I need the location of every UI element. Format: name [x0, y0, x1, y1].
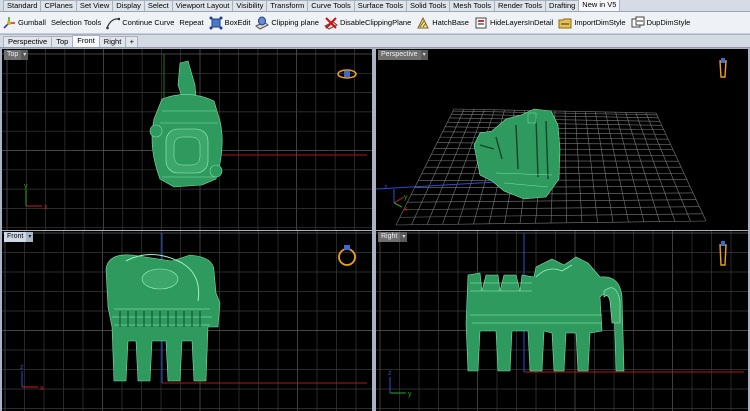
top-axis-y-label: y [24, 183, 28, 190]
perspective-viewport-title[interactable]: Perspective ▾ [378, 50, 428, 60]
repeat-label: Repeat [179, 18, 204, 27]
gumball-icon [3, 16, 15, 29]
top-viewport-title[interactable]: Top ▾ [4, 50, 29, 60]
right-viewport-name[interactable]: Right [378, 232, 401, 242]
command-toolbar: Gumball Selection Tools Continue Curve R… [0, 12, 750, 34]
viewport-perspective[interactable]: z y x Perspective ▾ [376, 49, 748, 230]
hatchbase-label: HatchBase [432, 18, 469, 27]
tab-mesh-tools[interactable]: Mesh Tools [449, 0, 495, 11]
import-dimstyle-icon [558, 18, 572, 28]
perspective-axis-y-label: y [404, 194, 408, 201]
boxedit-button[interactable]: BoxEdit [209, 13, 251, 33]
continue-curve-label: Continue Curve [122, 18, 175, 27]
viewport-right[interactable]: y z Right ▾ [376, 231, 748, 411]
hide-layers-in-detail-label: HideLayersInDetail [489, 18, 554, 27]
viewport-tab-top[interactable]: Top [51, 36, 74, 47]
tab-visibility[interactable]: Visibility [232, 0, 268, 11]
perspective-axis-z-label: z [384, 184, 388, 191]
repeat-button[interactable]: Repeat [179, 13, 203, 33]
viewport-tab-strip: Perspective Top Front Right + [0, 35, 750, 48]
front-viewport-grid: x z [2, 231, 372, 411]
tab-display[interactable]: Display [112, 0, 145, 11]
top-viewport-name[interactable]: Top [4, 50, 22, 60]
rhino-window: Standard CPlanes Set View Display Select… [0, 0, 750, 411]
right-axis-y-label: y [408, 391, 412, 398]
tab-transform[interactable]: Transform [266, 0, 309, 11]
perspective-viewport-name[interactable]: Perspective [378, 50, 421, 60]
perspective-axis-x-label: x [404, 206, 408, 213]
disable-clipping-plane-label: DisableClippingPlane [339, 18, 412, 27]
selection-tools-button[interactable]: Selection Tools [51, 13, 101, 33]
tab-curve-tools[interactable]: Curve Tools [307, 0, 355, 11]
tab-cplanes[interactable]: CPlanes [40, 0, 77, 11]
tab-set-view[interactable]: Set View [75, 0, 114, 11]
clipping-plane-icon [255, 16, 270, 30]
top-axis-x-label: x [44, 204, 48, 211]
boxedit-label: BoxEdit [224, 18, 251, 27]
import-dimstyle-button[interactable]: ImportDimStyle [558, 13, 626, 33]
right-viewport-grid: y z [376, 231, 748, 411]
disable-clipping-icon [324, 16, 338, 30]
right-axis-z-label: z [388, 370, 392, 377]
viewport-top[interactable]: x y Top ▾ [2, 49, 372, 230]
perspective-viewport-grid: z y x [376, 49, 748, 230]
tab-solid-tools[interactable]: Solid Tools [406, 0, 451, 11]
front-viewport-name[interactable]: Front [4, 232, 27, 242]
tab-viewport-layout[interactable]: Viewport Layout [171, 0, 234, 11]
hatchbase-button[interactable]: HatchBase [416, 13, 469, 33]
gumball-label: Gumball [18, 18, 46, 27]
boxedit-icon [209, 16, 223, 29]
hide-layers-in-detail-button[interactable]: HideLayersInDetail [474, 13, 553, 33]
right-viewport-title[interactable]: Right ▾ [378, 232, 408, 242]
viewport-tab-front[interactable]: Front [72, 35, 100, 47]
front-viewport-title[interactable]: Front ▾ [4, 232, 34, 242]
clipping-plane-button[interactable]: Clipping plane [255, 13, 319, 33]
gumball-button[interactable]: Gumball [2, 13, 46, 33]
viewport-front[interactable]: x z Front ▾ [2, 231, 372, 411]
chevron-down-icon[interactable]: ▾ [420, 50, 428, 60]
viewport-tab-perspective[interactable]: Perspective [3, 36, 53, 47]
viewport-tab-right[interactable]: Right [98, 36, 127, 47]
hatch-icon [417, 16, 430, 28]
tab-standard[interactable]: Standard [3, 0, 42, 11]
tab-surface-tools[interactable]: Surface Tools [353, 0, 408, 11]
selection-tools-label: Selection Tools [50, 18, 102, 27]
front-axis-x-label: x [40, 385, 44, 392]
chevron-down-icon[interactable]: ▾ [400, 232, 408, 242]
tab-render-tools[interactable]: Render Tools [493, 0, 547, 11]
tab-select[interactable]: Select [143, 0, 173, 11]
tab-new-in-v5[interactable]: New in V5 [578, 0, 621, 11]
import-dimstyle-label: ImportDimStyle [574, 18, 626, 27]
disable-clipping-plane-button[interactable]: DisableClippingPlane [324, 13, 411, 33]
chevron-down-icon[interactable]: ▾ [21, 50, 29, 60]
hide-layers-icon [475, 17, 487, 28]
add-viewport-tab-button[interactable]: + [125, 36, 139, 47]
dup-dimstyle-label: DupDimStyle [646, 18, 691, 27]
top-viewport-grid: x y [2, 49, 372, 230]
tab-drafting[interactable]: Drafting [545, 0, 580, 11]
dup-dimstyle-icon [631, 16, 645, 27]
front-axis-z-label: z [20, 364, 24, 371]
continue-curve-button[interactable]: Continue Curve [106, 13, 174, 33]
toolbar-tab-strip: Standard CPlanes Set View Display Select… [0, 0, 750, 12]
clipping-plane-label: Clipping plane [271, 18, 319, 27]
dup-dimstyle-button[interactable]: DupDimStyle [631, 13, 691, 33]
continue-curve-icon [106, 17, 121, 29]
chevron-down-icon[interactable]: ▾ [26, 232, 34, 242]
